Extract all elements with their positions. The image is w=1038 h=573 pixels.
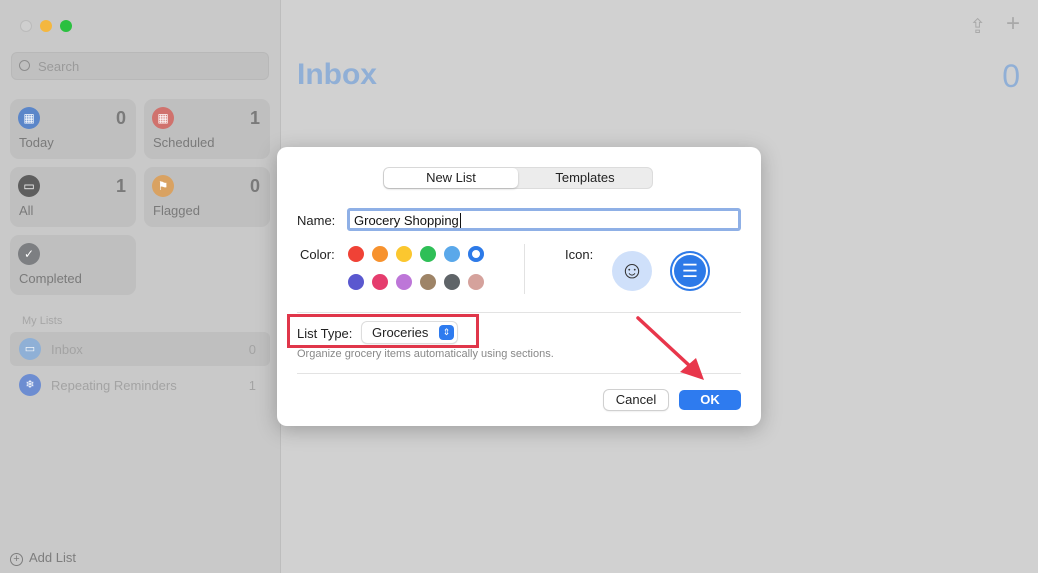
arrow-annotation (636, 316, 704, 380)
